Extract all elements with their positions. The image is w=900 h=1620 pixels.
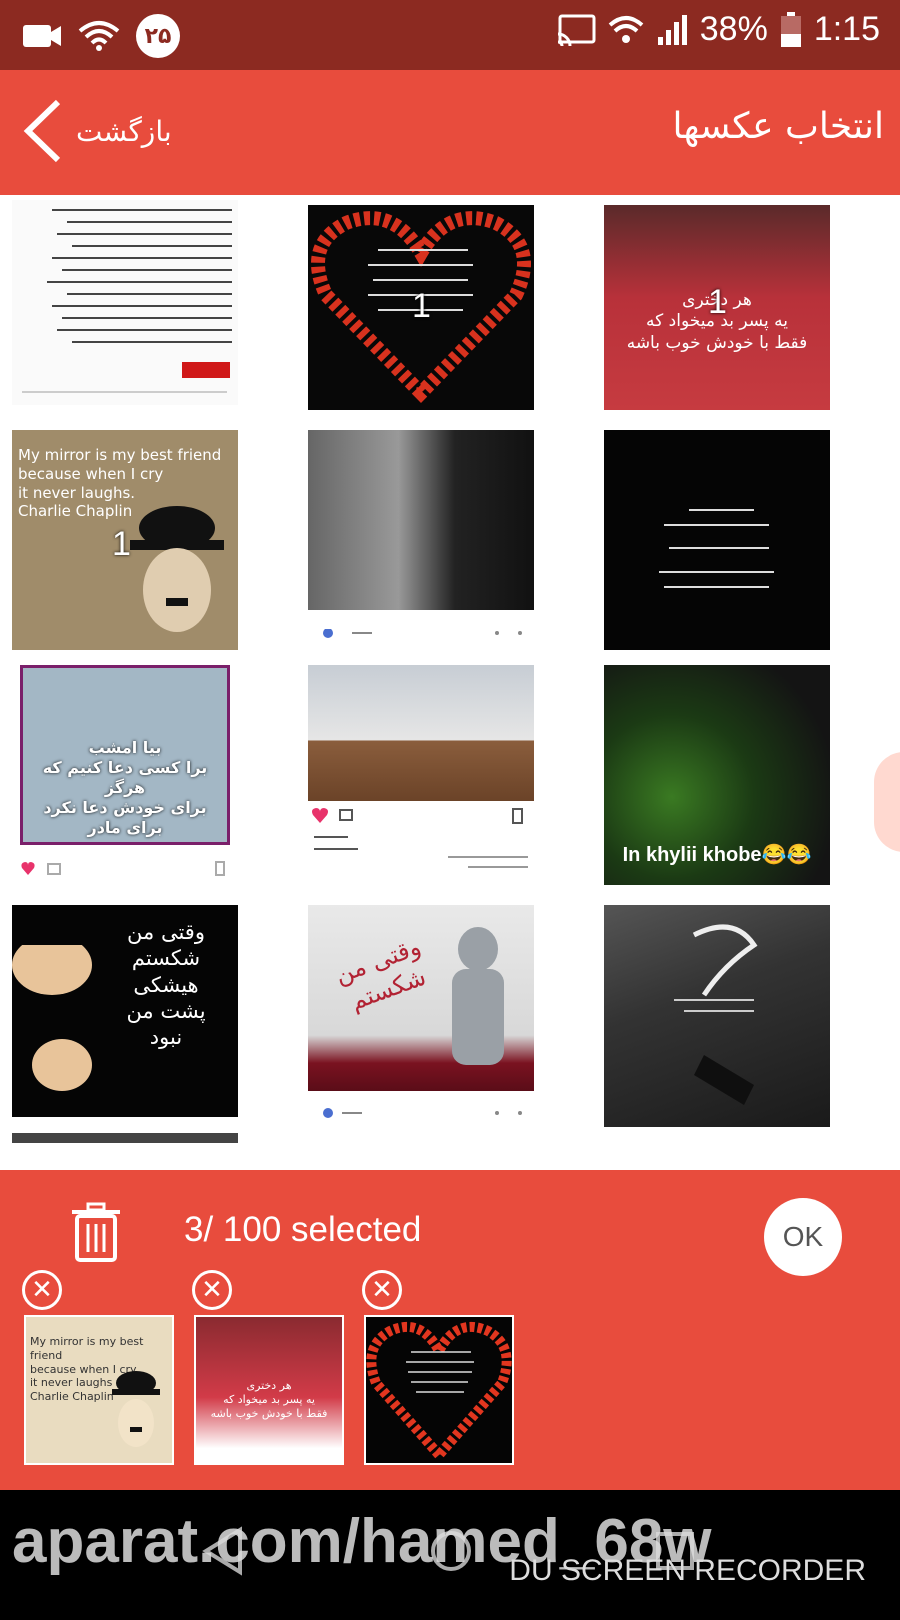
wifi-icon bbox=[608, 15, 644, 43]
chaplin-figure bbox=[130, 506, 224, 632]
photo-thumbnail bbox=[12, 200, 238, 405]
photo-thumbnail: My mirror is my best friend because when… bbox=[12, 430, 238, 650]
photo-tile[interactable]: وقتی من شکستم bbox=[308, 905, 534, 1145]
photo-tile[interactable] bbox=[604, 430, 830, 650]
selection-count: 3/ 100 selected bbox=[184, 1210, 422, 1249]
trash-icon[interactable] bbox=[70, 1202, 122, 1262]
photo-tile[interactable]: 1 bbox=[308, 205, 534, 410]
photo-thumbnail bbox=[308, 430, 534, 610]
battery-percent: 38% bbox=[699, 10, 768, 48]
clock: 1:15 bbox=[813, 10, 880, 48]
signal-icon bbox=[657, 14, 687, 45]
photo-thumbnail: 1 bbox=[308, 205, 534, 410]
video-camera-icon bbox=[23, 25, 61, 47]
back-button[interactable]: بازگشت bbox=[20, 98, 172, 164]
notification-badge: ۲۵ bbox=[136, 14, 180, 58]
post-toolbar bbox=[323, 1108, 522, 1118]
text-image bbox=[674, 924, 758, 1105]
photo-tile[interactable]: In khylii khobe😂😂 bbox=[604, 665, 830, 885]
photo-thumbnail: هر دختری یه پسر بد میخواد که فقط با خودش… bbox=[604, 205, 830, 410]
selected-caption: هر دختری یه پسر بد میخواد که فقط با خودش… bbox=[210, 1379, 328, 1420]
selection-number: 1 bbox=[112, 525, 131, 563]
text-article-image bbox=[22, 209, 232, 393]
remove-selected-button[interactable]: ✕ bbox=[22, 1270, 62, 1310]
text-image bbox=[659, 509, 774, 588]
selection-bar: 3/ 100 selected OK My mirror is my best … bbox=[0, 1170, 900, 1490]
photo-grid: 1 هر دختری یه پسر بد میخواد که فقط با خو… bbox=[0, 195, 900, 1170]
app-bar: بازگشت انتخاب عکسها bbox=[0, 70, 900, 195]
mask-figure bbox=[12, 945, 92, 1091]
post-toolbar bbox=[322, 626, 522, 638]
photo-thumbnail bbox=[604, 905, 830, 1127]
photo-tile[interactable]: بیا امشب برا کسی دعا کنیم که هرگز برای خ… bbox=[20, 665, 230, 880]
photo-tile[interactable] bbox=[12, 200, 238, 405]
scroll-handle[interactable] bbox=[874, 752, 900, 852]
selected-photo[interactable]: هر دختری یه پسر بد میخواد که فقط با خودش… bbox=[194, 1315, 344, 1465]
photo-thumbnail: In khylii khobe😂😂 bbox=[604, 665, 830, 885]
photo-thumbnail bbox=[308, 665, 534, 801]
back-label: بازگشت bbox=[76, 114, 172, 148]
photo-tile[interactable]: وقتی من شکستم هیشکی پشت من نبود bbox=[12, 905, 238, 1145]
divider bbox=[12, 1133, 238, 1143]
post-footer bbox=[312, 808, 528, 868]
battery-icon bbox=[780, 11, 801, 47]
status-bar: ۲۵ 38% 1:15 bbox=[0, 0, 900, 70]
tile-caption: بیا امشب برا کسی دعا کنیم که هرگز برای خ… bbox=[42, 738, 208, 837]
chevron-left-icon bbox=[23, 99, 61, 163]
selection-number: 1 bbox=[708, 283, 727, 321]
tile-caption: وقتی من شکستم bbox=[331, 932, 430, 1016]
recorder-watermark: DU SCREEN RECORDER bbox=[509, 1554, 866, 1587]
remove-selected-button[interactable]: ✕ bbox=[362, 1270, 402, 1310]
heart-image bbox=[366, 1322, 512, 1463]
wifi-icon bbox=[78, 21, 120, 51]
tile-caption: In khylii khobe😂😂 bbox=[622, 844, 812, 866]
photo-tile[interactable] bbox=[308, 665, 534, 880]
photo-tile[interactable] bbox=[308, 430, 534, 640]
tile-caption: وقتی من شکستم هیشکی پشت من نبود bbox=[126, 920, 206, 1049]
screen: ۲۵ 38% 1:15 بازگشت انتخاب عکسها 1 هر دخت… bbox=[0, 0, 900, 1620]
photo-tile[interactable]: هر دختری یه پسر بد میخواد که فقط با خودش… bbox=[604, 205, 830, 410]
photo-tile[interactable] bbox=[604, 905, 830, 1145]
navigation-bar: aparat.com/hamed_68w DU SCREEN RECORDER bbox=[0, 1490, 900, 1620]
selected-photo[interactable]: My mirror is my best friend because when… bbox=[24, 1315, 174, 1465]
chaplin-figure bbox=[112, 1371, 160, 1447]
photo-thumbnail: وقتی من شکستم هیشکی پشت من نبود bbox=[12, 905, 238, 1117]
photo-thumbnail: وقتی من شکستم bbox=[308, 905, 534, 1091]
person-figure bbox=[452, 927, 504, 1065]
cast-icon bbox=[557, 14, 596, 46]
selection-number: 1 bbox=[412, 287, 431, 325]
selected-photo[interactable] bbox=[364, 1315, 514, 1465]
ok-button[interactable]: OK bbox=[764, 1198, 842, 1276]
remove-selected-button[interactable]: ✕ bbox=[192, 1270, 232, 1310]
post-toolbar bbox=[21, 861, 225, 876]
photo-thumbnail bbox=[604, 430, 830, 650]
photo-thumbnail: بیا امشب برا کسی دعا کنیم که هرگز برای خ… bbox=[20, 665, 230, 845]
photo-tile[interactable]: My mirror is my best friend because when… bbox=[12, 430, 238, 650]
page-title: انتخاب عکسها bbox=[672, 106, 884, 147]
